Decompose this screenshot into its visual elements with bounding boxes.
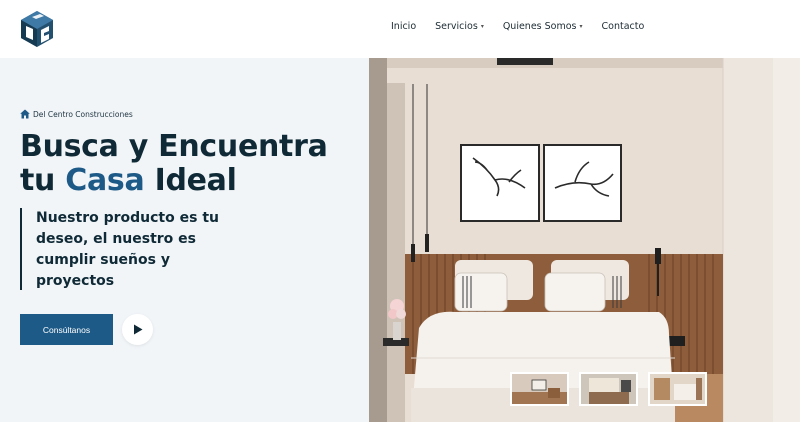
hero-title-accent: Casa [65,163,145,198]
gallery-thumbnails [510,372,717,406]
nav-item-label: Servicios [435,21,478,32]
main-nav: Inicio Servicios ▾ Quienes Somos ▾ Conta… [391,21,644,32]
nav-item-label: Contacto [601,21,645,32]
hero-subtitle: Nuestro producto es tu deseo, el nuestro… [36,210,219,289]
hero-title-suffix: Ideal [154,163,237,198]
consultanos-button[interactable]: Consúltanos [20,314,113,345]
hero-subtitle-block: Nuestro producto es tu deseo, el nuestro… [20,208,236,290]
hero-title-line1: Busca y Encuentra [20,129,328,164]
gallery-thumbnail[interactable] [648,372,707,406]
play-video-button[interactable] [122,314,153,345]
nav-item-inicio[interactable]: Inicio [391,21,416,32]
hero-title: Busca y Encuentra tu Casa Ideal [20,130,328,198]
bedroom-hero-image [369,58,800,422]
gallery-thumbnail[interactable] [510,372,569,406]
nav-item-label: Inicio [391,21,417,32]
caret-down-icon: ▾ [480,23,484,30]
breadcrumb: Del Centro Construcciones [20,109,133,119]
play-icon [133,324,142,335]
nav-item-quienes-somos[interactable]: Quienes Somos ▾ [503,21,583,32]
nav-item-servicios[interactable]: Servicios ▾ [435,21,484,32]
site-header: Inicio Servicios ▾ Quienes Somos ▾ Conta… [0,0,800,58]
caret-down-icon: ▾ [579,23,583,30]
home-icon [20,109,30,119]
breadcrumb-label: Del Centro Construcciones [33,109,133,119]
hero-content: Del Centro Construcciones Busca y Encuen… [0,58,369,422]
gallery-thumbnail[interactable] [579,372,638,406]
hero-title-prefix: tu [20,163,56,198]
nav-item-label: Quienes Somos [502,21,577,32]
company-logo[interactable] [18,9,56,49]
nav-item-contacto[interactable]: Contacto [602,21,645,32]
bedroom-illustration [369,58,800,422]
